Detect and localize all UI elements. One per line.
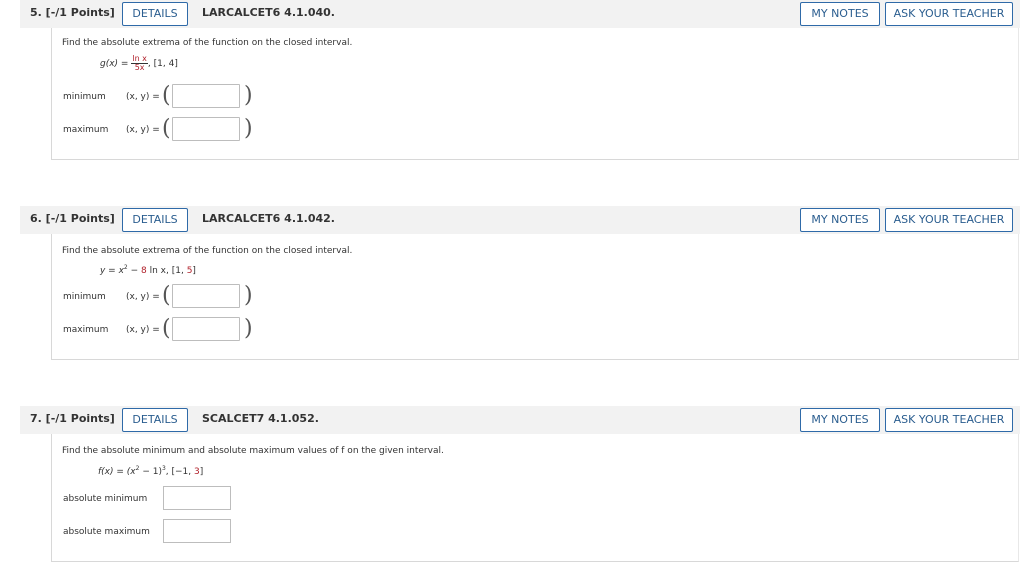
question-5-frac-den: 5x — [134, 63, 145, 72]
question-6-func-b: − — [127, 266, 142, 276]
question-6-minimum-xy-label: (x, y) = — [126, 292, 160, 302]
question-5-min-right-paren: ) — [244, 83, 253, 108]
question-5-min-left-paren: ( — [162, 83, 171, 108]
question-5-prompt: Find the absolute extrema of the functio… — [62, 38, 353, 48]
question-7-abs-min-label: absolute minimum — [63, 494, 148, 504]
question-6-minimum-label: minimum — [63, 292, 106, 302]
question-5-func-prefix: g(x) = — [100, 59, 129, 69]
question-5-max-right-paren: ) — [244, 116, 253, 141]
question-6-minimum-input[interactable] — [172, 284, 240, 308]
question-7-abs-min-input[interactable] — [163, 486, 231, 510]
question-7-func-c: , [−1, — [165, 467, 195, 477]
question-7-abs-max-label: absolute maximum — [63, 527, 150, 537]
question-5-maximum-input[interactable] — [172, 117, 240, 141]
question-5-body: Find the absolute extrema of the functio… — [51, 28, 1019, 160]
question-6-ask-teacher-button[interactable]: ASK YOUR TEACHER — [885, 208, 1013, 232]
question-5-header: 5. [-/1 Points] DETAILS LARCALCET6 4.1.0… — [20, 0, 1020, 28]
question-7-body: Find the absolute minimum and absolute m… — [51, 434, 1019, 562]
question-6-details-button[interactable]: DETAILS — [122, 208, 188, 232]
question-6-body: Find the absolute extrema of the functio… — [51, 234, 1019, 360]
question-5-max-left-paren: ( — [162, 116, 171, 141]
question-7-id: SCALCET7 4.1.052. — [202, 412, 319, 425]
question-6-maximum-xy-label: (x, y) = — [126, 325, 160, 335]
question-5-maximum-xy-label: (x, y) = — [126, 125, 160, 135]
question-5-minimum-label: minimum — [63, 92, 106, 102]
question-7-my-notes-button[interactable]: MY NOTES — [800, 408, 880, 432]
question-5-number: 5. [-/1 Points] — [30, 6, 115, 19]
question-6-func-a: y = x — [100, 266, 124, 276]
question-6-header: 6. [-/1 Points] DETAILS LARCALCET6 4.1.0… — [20, 206, 1020, 234]
question-6-prompt: Find the absolute extrema of the functio… — [62, 246, 353, 256]
question-7-header: 7. [-/1 Points] DETAILS SCALCET7 4.1.052… — [20, 406, 1020, 434]
question-5-fraction: ln x 5x — [131, 55, 148, 72]
question-6-max-right-paren: ) — [244, 316, 253, 341]
question-6-min-right-paren: ) — [244, 283, 253, 308]
question-5-function: g(x) = ln x 5x , [1, 4] — [100, 55, 178, 72]
question-7-func-b: − 1) — [139, 467, 162, 477]
question-6-id: LARCALCET6 4.1.042. — [202, 212, 335, 225]
question-7-function: f(x) = (x2 − 1)3, [−1, 3] — [98, 465, 203, 477]
question-5-interval: , [1, 4] — [147, 59, 178, 69]
question-7-func-a: f(x) = (x — [98, 467, 136, 477]
question-6-function: y = x2 − 8 ln x, [1, 5] — [100, 264, 196, 276]
question-6-number: 6. [-/1 Points] — [30, 212, 115, 225]
question-6-max-left-paren: ( — [162, 316, 171, 341]
question-5-details-button[interactable]: DETAILS — [122, 2, 188, 26]
question-6-my-notes-button[interactable]: MY NOTES — [800, 208, 880, 232]
question-6-maximum-label: maximum — [63, 325, 109, 335]
question-6-func-c: ln x, [1, — [146, 266, 187, 276]
question-5-minimum-input[interactable] — [172, 84, 240, 108]
question-5-ask-teacher-button[interactable]: ASK YOUR TEACHER — [885, 2, 1013, 26]
question-7-details-button[interactable]: DETAILS — [122, 408, 188, 432]
question-6-func-d: ] — [192, 266, 196, 276]
question-7-number: 7. [-/1 Points] — [30, 412, 115, 425]
question-7-ask-teacher-button[interactable]: ASK YOUR TEACHER — [885, 408, 1013, 432]
question-6-min-left-paren: ( — [162, 283, 171, 308]
question-7-abs-max-input[interactable] — [163, 519, 231, 543]
question-5-minimum-xy-label: (x, y) = — [126, 92, 160, 102]
question-5-id: LARCALCET6 4.1.040. — [202, 6, 335, 19]
question-6-maximum-input[interactable] — [172, 317, 240, 341]
question-5-my-notes-button[interactable]: MY NOTES — [800, 2, 880, 26]
question-7-prompt: Find the absolute minimum and absolute m… — [62, 446, 444, 456]
question-7-func-d: ] — [199, 467, 204, 477]
question-5-maximum-label: maximum — [63, 125, 109, 135]
